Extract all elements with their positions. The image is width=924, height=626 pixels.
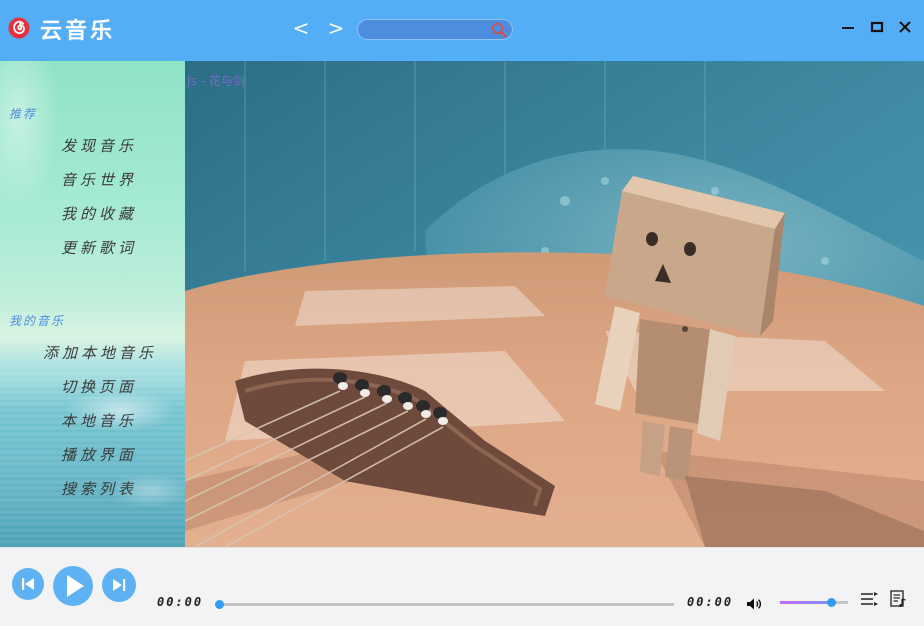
netease-music-logo-icon <box>8 17 30 39</box>
forward-button[interactable]: > <box>326 15 346 41</box>
sidebar-item-discover-music[interactable]: 发现音乐 <box>61 135 137 156</box>
volume-icon[interactable] <box>746 597 764 611</box>
volume-fill <box>780 601 831 604</box>
search-box <box>357 19 513 40</box>
app-title: 云音乐 <box>40 18 116 44</box>
sidebar-item-add-local-music[interactable]: 添加本地音乐 <box>43 342 157 363</box>
sidebar-section-recommend: 推荐 <box>9 107 38 121</box>
search-icon[interactable] <box>490 21 508 39</box>
sidebar-section-my-music: 我的音乐 <box>9 314 66 328</box>
sidebar-item-playback-view[interactable]: 播放界面 <box>61 444 137 465</box>
playlist-icon[interactable] <box>860 591 878 608</box>
next-icon <box>113 579 126 591</box>
sidebar-item-switch-page[interactable]: 切换页面 <box>61 376 137 397</box>
search-input[interactable] <box>366 21 490 40</box>
total-time: 00:00 <box>687 595 734 609</box>
background-image <box>185 61 924 547</box>
previous-button[interactable] <box>12 568 44 600</box>
play-button[interactable] <box>53 566 93 606</box>
volume-knob[interactable] <box>826 598 836 607</box>
player-bar: 00:00 00:00 <box>0 547 924 626</box>
sidebar-item-search-list[interactable]: 搜索列表 <box>61 478 137 499</box>
back-button[interactable]: < <box>291 15 311 41</box>
sidebar-item-update-lyrics[interactable]: 更新歌词 <box>61 237 137 258</box>
maximize-icon[interactable] <box>868 18 886 36</box>
volume-slider[interactable] <box>780 598 848 607</box>
progress-knob[interactable] <box>215 600 224 609</box>
progress-slider[interactable] <box>215 600 674 609</box>
sidebar: 推荐 发现音乐 音乐世界 我的收藏 更新歌词 我的音乐 添加本地音乐 切换页面 … <box>0 61 185 547</box>
title-bar: 云音乐 < > <box>0 0 924 61</box>
now-playing-title: Js - 花与剑 <box>187 74 245 88</box>
current-time: 00:00 <box>157 595 204 609</box>
minimize-icon[interactable] <box>839 18 857 36</box>
play-icon <box>67 575 84 597</box>
sidebar-item-local-music[interactable]: 本地音乐 <box>61 410 137 431</box>
sidebar-item-music-world[interactable]: 音乐世界 <box>61 169 137 190</box>
next-button[interactable] <box>102 568 136 602</box>
previous-icon <box>22 578 34 590</box>
lyrics-icon[interactable] <box>890 590 907 608</box>
sidebar-item-my-favorites[interactable]: 我的收藏 <box>61 203 137 224</box>
guitar-danbo-picture <box>185 61 924 547</box>
close-icon[interactable] <box>896 18 914 36</box>
